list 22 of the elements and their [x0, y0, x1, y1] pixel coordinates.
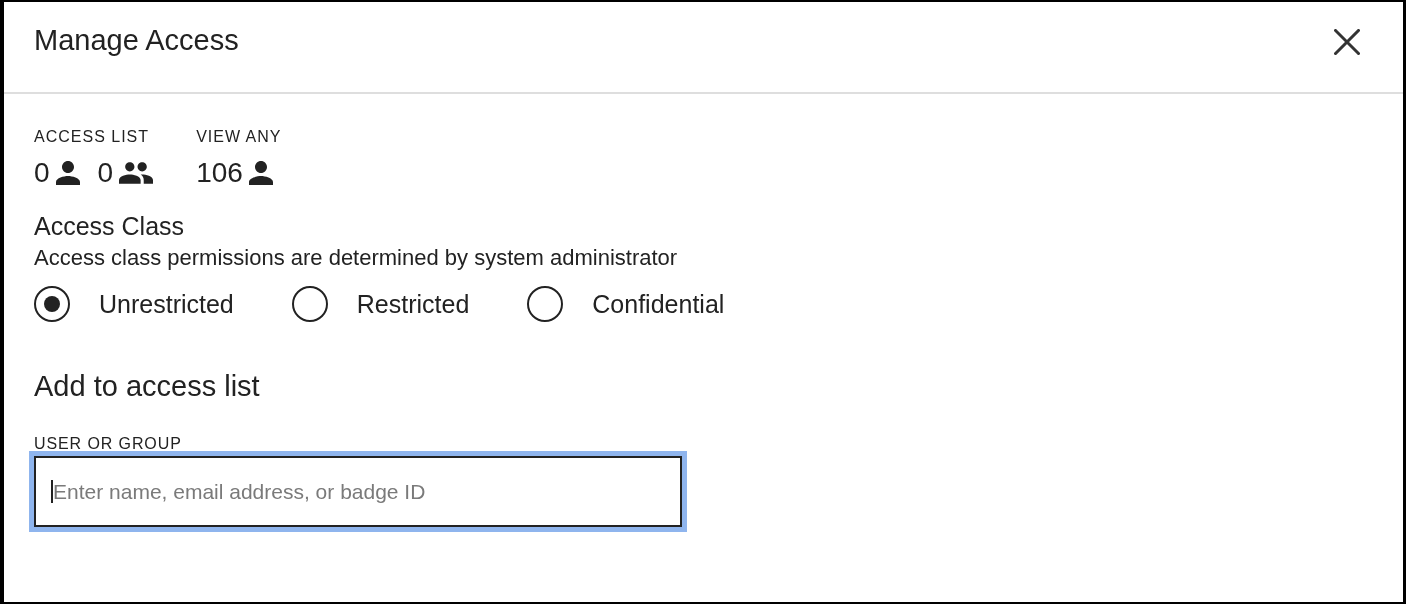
- close-icon: [1334, 29, 1360, 55]
- radio-button[interactable]: [291, 286, 328, 322]
- dialog-title: Manage Access: [34, 24, 239, 56]
- field-label: USER OR GROUP: [34, 437, 183, 451]
- count-value: 0: [97, 157, 114, 189]
- radio-button[interactable]: [527, 286, 564, 322]
- radio-button[interactable]: [34, 286, 70, 322]
- radio-label[interactable]: Confidential: [592, 289, 725, 319]
- stat-label: VIEW ANY: [196, 127, 282, 147]
- section-title: Access Class: [34, 211, 186, 241]
- input-field[interactable]: Enter name, email address, or badge ID: [34, 456, 682, 527]
- radio-label[interactable]: Unrestricted: [99, 289, 234, 319]
- person-icon: [248, 161, 273, 185]
- count-value: 106: [196, 157, 243, 189]
- section-title: Add to access list: [34, 369, 261, 403]
- text-cursor: [51, 480, 53, 503]
- person-icon: [55, 161, 80, 185]
- stat-label: ACCESS LIST: [34, 127, 151, 147]
- people-icon: [119, 162, 154, 184]
- count-value: 0: [34, 157, 50, 189]
- description-text: Access class permissions are determined by system administrator: [34, 245, 679, 271]
- radio-label[interactable]: Restricted: [356, 289, 470, 319]
